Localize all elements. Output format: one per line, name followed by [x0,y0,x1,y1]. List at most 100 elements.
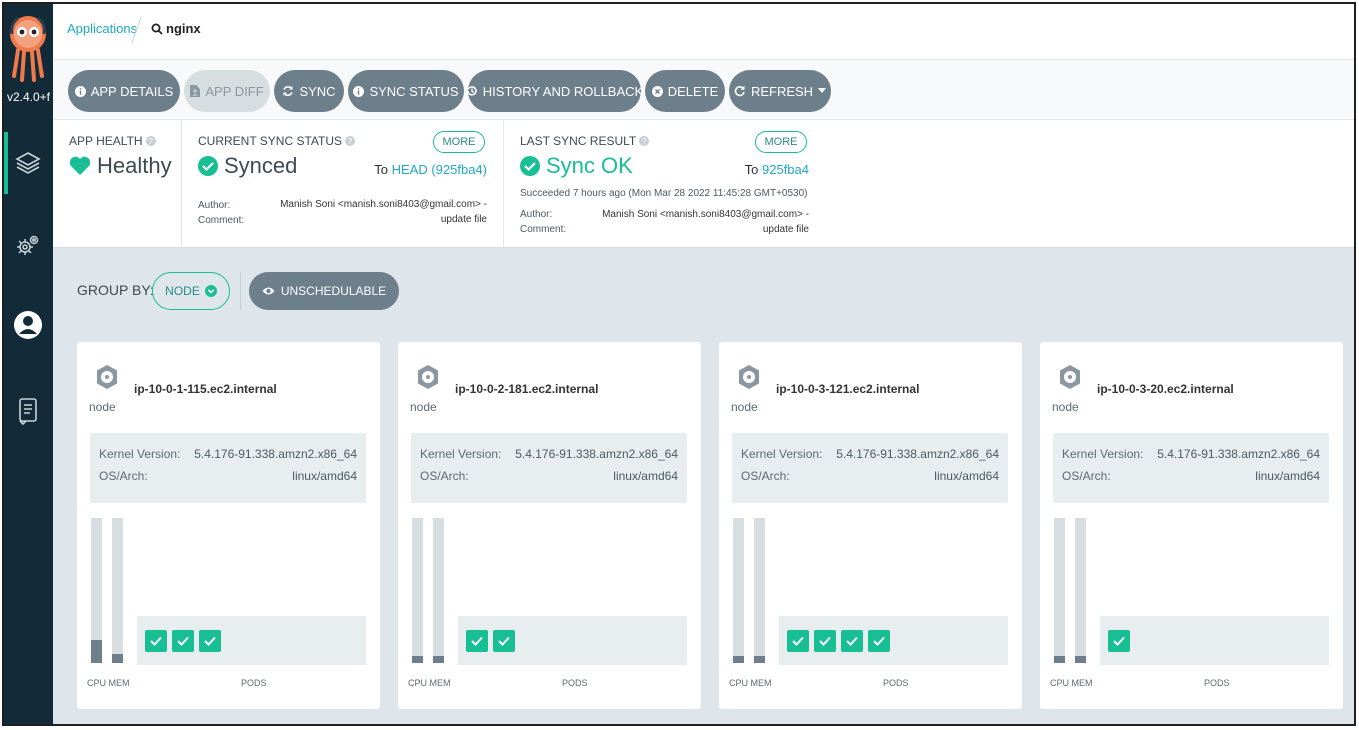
sync-status-button[interactable]: SYNC STATUS [348,70,464,112]
pods-caption: PODS [1204,678,1230,688]
settings-gear-icon[interactable] [13,230,43,260]
node-hexagon-icon [96,364,118,395]
help-icon[interactable]: ? [639,136,650,146]
mem-usage-bar [433,518,444,663]
mem-usage-bar [754,518,765,663]
app-health-title: APP HEALTH? [69,134,156,148]
user-account-icon[interactable] [13,310,43,340]
current-sync-title: CURRENT SYNC STATUS? [198,134,356,148]
pod-healthy-check-icon[interactable] [199,629,221,652]
cpu-usage-fill [733,655,744,663]
node-card[interactable]: node ip-10-0-3-20.ec2.internal Kernel Vers… [1040,342,1343,709]
current-sync-section: CURRENT SYNC STATUS? MORE Synced To HEAD… [181,120,503,247]
unschedulable-button[interactable]: UNSCHEDULABLE [249,272,399,310]
node-info-box: Kernel Version: 5.4.176-91.338.amzn2.x86_… [1053,433,1329,503]
history-rollback-button[interactable]: HISTORY AND ROLLBACK [466,70,644,112]
health-status-text: Healthy [97,153,172,178]
argo-logo[interactable] [6,10,50,86]
author-value: Manish Soni <manish.soni8403@gmail.com> … [602,209,809,220]
node-hexagon-icon [1059,364,1081,395]
history-rollback-label: HISTORY AND ROLLBACK [482,83,644,99]
app-details-button[interactable]: APP DETAILS [68,70,180,112]
app-diff-button[interactable]: APP DIFF [184,70,270,112]
author-label: Author: [198,200,231,211]
kernel-version-value: 5.4.176-91.338.amzn2.x86_64 [194,447,357,461]
last-sync-revision-link[interactable]: 925fba4 [762,162,809,177]
divider [240,272,241,310]
last-sync-more-button[interactable]: MORE [755,131,807,153]
node-name: ip-10-0-3-121.ec2.internal [776,382,920,396]
delete-button[interactable]: DELETE [645,70,725,112]
succeeded-text: Succeeded 7 hours ago (Mon Mar 28 2022 1… [520,188,808,199]
comment-label: Comment: [198,215,245,226]
search-icon [151,23,163,35]
node-type-label: node [1052,400,1079,414]
breadcrumb-current[interactable]: nginx [151,21,201,36]
sync-more-button[interactable]: MORE [433,131,485,153]
node-name: ip-10-0-3-20.ec2.internal [1097,382,1234,396]
app-name: nginx [166,21,201,36]
pod-healthy-check-icon[interactable] [1108,629,1130,652]
pods-container [458,616,687,665]
cpu-usage-fill [91,639,102,663]
cpu-usage-bar [91,518,102,663]
node-type-label: node [89,400,116,414]
pods-caption: PODS [883,678,909,688]
pods-container [779,616,1008,665]
node-card[interactable]: node ip-10-0-3-121.ec2.internal Kernel Ver… [719,342,1022,709]
kernel-version-label: Kernel Version: [99,447,181,461]
kernel-version-label: Kernel Version: [420,447,502,461]
help-icon[interactable]: ? [145,136,156,146]
group-by-node-dropdown[interactable]: NODE [152,272,230,310]
heart-icon [69,156,91,175]
pod-healthy-check-icon[interactable] [172,629,194,652]
sync-label: SYNC [299,83,336,99]
help-icon[interactable]: ? [345,136,356,146]
applications-nav-icon[interactable] [13,148,43,178]
mem-usage-fill [1075,656,1086,663]
pod-healthy-check-icon[interactable] [814,629,836,652]
node-type-label: node [731,400,758,414]
node-card[interactable]: node ip-10-0-2-181.ec2.internal Kernel Ver… [398,342,701,709]
cpu-mem-caption: CPU MEM [1050,678,1093,688]
refresh-button[interactable]: REFRESH [729,70,831,112]
refresh-label: REFRESH [750,83,814,99]
last-sync-text: Sync OK [546,153,633,178]
comment-label: Comment: [520,224,567,235]
sync-revision-link[interactable]: HEAD (925fba4) [392,162,487,177]
os-arch-label: OS/Arch: [420,469,469,483]
group-by-label: GROUP BY: [77,282,154,298]
last-sync-target: To 925fba4 [744,162,809,177]
breadcrumb-applications-link[interactable]: Applications [67,21,137,36]
cpu-usage-bar [733,518,744,663]
chevron-down-circle-icon [204,285,217,297]
pod-healthy-check-icon[interactable] [787,629,809,652]
app-details-label: APP DETAILS [90,83,174,99]
cpu-mem-caption: CPU MEM [87,678,130,688]
pods-caption: PODS [241,678,267,688]
cpu-usage-bar [1054,518,1065,663]
os-arch-value: linux/amd64 [934,469,999,483]
mem-usage-fill [433,656,444,663]
pod-healthy-check-icon[interactable] [145,629,167,652]
pod-healthy-check-icon[interactable] [868,629,890,652]
cpu-usage-bar [412,518,423,663]
info-icon [353,85,365,97]
docs-book-icon[interactable] [13,396,43,426]
pod-healthy-check-icon[interactable] [493,629,515,652]
cpu-usage-fill [412,655,423,663]
pod-healthy-check-icon[interactable] [841,629,863,652]
active-nav-indicator [4,132,8,194]
redo-icon [734,85,745,97]
node-info-box: Kernel Version: 5.4.176-91.338.amzn2.x86_… [90,433,366,503]
pod-healthy-check-icon[interactable] [466,629,488,652]
node-card[interactable]: node ip-10-0-1-115.ec2.internal Kernel Ver… [77,342,380,709]
cpu-usage-fill [1054,655,1065,663]
node-hexagon-icon [417,364,439,395]
sync-button[interactable]: SYNC [274,70,344,112]
sync-target: To HEAD (925fba4) [374,162,487,177]
node-info-box: Kernel Version: 5.4.176-91.338.amzn2.x86_… [411,433,687,503]
group-by-selected: NODE [165,284,200,298]
node-name: ip-10-0-1-115.ec2.internal [134,382,277,396]
version-label: v2.4.0+f [6,90,51,104]
